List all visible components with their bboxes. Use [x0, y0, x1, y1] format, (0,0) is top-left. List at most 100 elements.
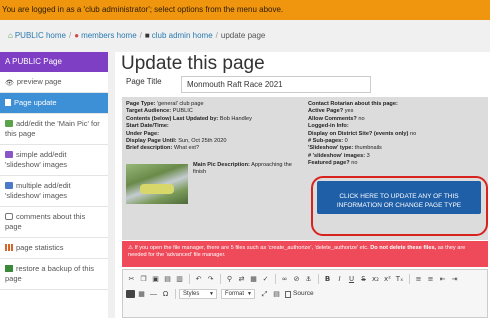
- main-pic-description: Main Pic Description: Approaching the fi…: [193, 162, 292, 176]
- page-info-right: Contact Rotarian about this page: Active…: [308, 101, 484, 168]
- spellcheck-icon[interactable]: ✓: [260, 274, 271, 284]
- info-row: Active Page? yes: [308, 108, 354, 115]
- sidebar-item-page-update[interactable]: Page update: [0, 93, 108, 114]
- paste-icon[interactable]: ▣: [150, 274, 161, 284]
- image-insert-icon[interactable]: [126, 290, 135, 298]
- horizontal-line-icon[interactable]: ―: [148, 289, 159, 299]
- image-icon: [5, 182, 13, 189]
- superscript-button[interactable]: x²: [382, 274, 393, 284]
- paste-text-icon[interactable]: ▤: [162, 274, 173, 284]
- info-row: Start Date/Time:: [126, 123, 169, 130]
- update-info-button[interactable]: CLICK HERE TO UPDATE ANY OF THIS INFORMA…: [317, 181, 481, 214]
- link-icon[interactable]: ∞: [279, 274, 290, 284]
- indent-icon[interactable]: ⇥: [449, 274, 460, 284]
- login-banner-text: You are logged in as a 'club administrat…: [2, 5, 284, 14]
- sidebar-item-label: preview page: [16, 77, 62, 86]
- info-row: Contact Rotarian about this page:: [308, 101, 398, 107]
- page-icon: [5, 99, 11, 106]
- page-info-left: Page Type: 'general' club page Target Au…: [126, 101, 306, 153]
- info-row: # 'slideshow' images: 3: [308, 152, 370, 159]
- sidebar-item-label: Page update: [14, 98, 57, 107]
- select-all-icon[interactable]: ▦: [248, 274, 259, 284]
- find-icon[interactable]: ⚲: [224, 274, 235, 284]
- breadcrumb-club-admin-home[interactable]: club admin home: [152, 31, 213, 40]
- sidebar-item-comments[interactable]: comments about this page: [0, 207, 108, 238]
- sidebar-item-simple-slideshow[interactable]: simple add/edit 'slideshow' images: [0, 145, 108, 176]
- copy-icon[interactable]: ❐: [138, 274, 149, 284]
- info-row: Page Type: 'general' club page: [126, 101, 204, 107]
- sidebar-item-label: comments about this page: [5, 212, 86, 231]
- subscript-button[interactable]: x₂: [370, 274, 381, 284]
- building-icon: ■: [144, 31, 150, 40]
- replace-icon[interactable]: ⇄: [236, 274, 247, 284]
- source-button[interactable]: Source: [283, 289, 316, 299]
- undo-icon[interactable]: ↶: [193, 274, 204, 284]
- fullscreen-icon[interactable]: ⤢: [259, 289, 270, 299]
- redo-icon[interactable]: ↷: [205, 274, 216, 284]
- editor-toolbar-row: ▦ ― Ω Styles ▼ Format ▼ ⤢ ▤ Source: [126, 288, 316, 300]
- bullet-list-icon[interactable]: ≡: [425, 274, 436, 284]
- bold-button[interactable]: B: [322, 274, 333, 284]
- anchor-icon[interactable]: ⚓: [303, 274, 314, 284]
- remove-format-icon[interactable]: Tₓ: [394, 274, 405, 284]
- sidebar-item-label: page statistics: [16, 243, 64, 252]
- page-title-label: Page Title: [126, 77, 162, 86]
- comment-icon: [5, 213, 13, 220]
- numbered-list-icon[interactable]: ≡: [413, 274, 424, 284]
- chevron-down-icon: ▼: [247, 291, 252, 297]
- toolbar-divider: [318, 274, 319, 284]
- format-dropdown[interactable]: Format ▼: [221, 289, 255, 299]
- unlink-icon[interactable]: ⊘: [291, 274, 302, 284]
- breadcrumb-current: update page: [220, 31, 266, 40]
- eye-icon: 👁: [5, 80, 14, 87]
- toolbar-divider: [189, 274, 190, 284]
- breadcrumb-separator: /: [215, 31, 218, 40]
- info-row: Display Page Until: Sun, Oct 25th 2020: [126, 138, 227, 145]
- breadcrumb-members-home[interactable]: members home: [81, 31, 137, 40]
- outdent-icon[interactable]: ⇤: [437, 274, 448, 284]
- strikethrough-button[interactable]: S: [358, 274, 369, 284]
- toolbar-divider: [275, 274, 276, 284]
- paste-word-icon[interactable]: ▥: [174, 274, 185, 284]
- table-icon[interactable]: ▦: [136, 289, 147, 299]
- italic-button[interactable]: I: [334, 274, 345, 284]
- page-info-panel: Page Type: 'general' club page Target Au…: [122, 97, 488, 240]
- chevron-down-icon: ▼: [209, 291, 214, 297]
- info-row: Allow Comments? no: [308, 115, 365, 122]
- sidebar-item-statistics[interactable]: page statistics: [0, 238, 108, 259]
- show-blocks-icon[interactable]: ▤: [271, 289, 282, 299]
- main-panel: Update this page Page Title Monmouth Raf…: [115, 52, 490, 318]
- sidebar-item-main-pic[interactable]: add/edit the 'Main Pic' for this page: [0, 114, 108, 145]
- info-row: Target Audience: PUBLIC: [126, 108, 193, 115]
- sidebar-header: A PUBLIC Page: [0, 52, 108, 72]
- bar-chart-icon: [5, 244, 13, 251]
- image-icon: [5, 120, 13, 127]
- toolbar-divider: [220, 274, 221, 284]
- sidebar-item-multiple-slideshow[interactable]: multiple add/edit 'slideshow' images: [0, 176, 108, 207]
- toolbar-divider: [175, 289, 176, 299]
- file-manager-alert: ⚠ If you open the file manager, there ar…: [122, 241, 488, 267]
- sidebar-item-preview-page[interactable]: 👁 preview page: [0, 72, 108, 93]
- toolbar-divider: [409, 274, 410, 284]
- sidebar-item-restore-backup[interactable]: restore a backup of this page: [0, 259, 108, 290]
- info-row: # Sub-pages: 0: [308, 138, 348, 145]
- special-char-icon[interactable]: Ω: [160, 289, 171, 299]
- info-row: Display on District Site? (events only) …: [308, 130, 417, 137]
- home-icon: ⌂: [8, 31, 13, 40]
- underline-button[interactable]: U: [346, 274, 357, 284]
- breadcrumb-separator: /: [68, 31, 72, 40]
- main-pic-thumbnail: [126, 164, 188, 204]
- breadcrumb-public-home[interactable]: PUBLIC home: [15, 31, 66, 40]
- editor-toolbar-row: ✂ ❐ ▣ ▤ ▥ ↶ ↷ ⚲ ⇄ ▦ ✓ ∞ ⊘ ⚓ B I U S x₂ x…: [126, 273, 461, 285]
- restore-icon: [5, 265, 13, 272]
- breadcrumb-separator: /: [139, 31, 142, 40]
- page-title-input[interactable]: Monmouth Raft Race 2021: [181, 76, 371, 93]
- rich-text-editor: ✂ ❐ ▣ ▤ ▥ ↶ ↷ ⚲ ⇄ ▦ ✓ ∞ ⊘ ⚓ B I U S x₂ x…: [122, 269, 488, 318]
- info-row: Featured page? no: [308, 160, 358, 167]
- info-row: Logged-in Info:: [308, 123, 349, 130]
- source-icon: [285, 290, 291, 298]
- styles-dropdown[interactable]: Styles ▼: [179, 289, 217, 299]
- page-title: Update this page: [121, 53, 265, 74]
- sidebar-item-label: multiple add/edit 'slideshow' images: [5, 181, 71, 200]
- cut-icon[interactable]: ✂: [126, 274, 137, 284]
